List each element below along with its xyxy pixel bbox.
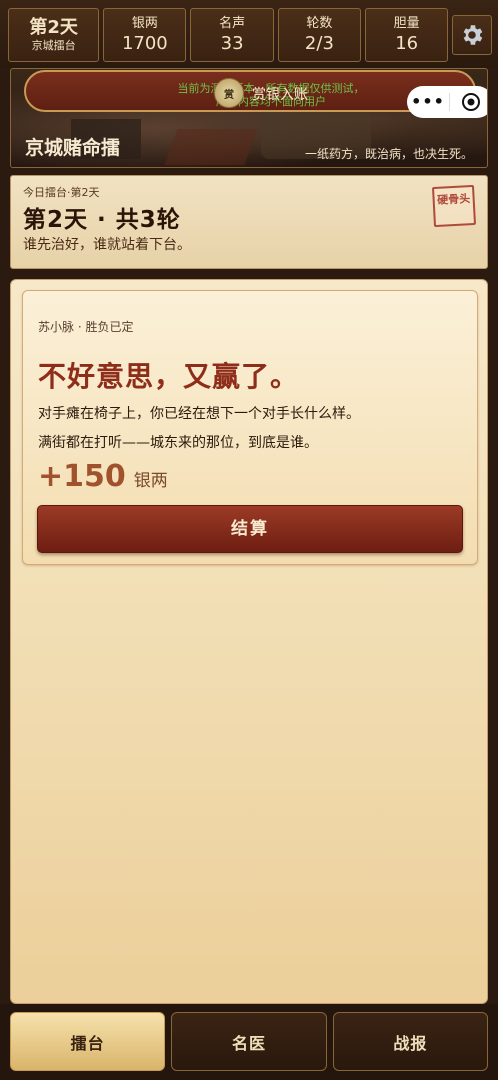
stat-rounds: 轮数 2/3 (277, 8, 362, 62)
settings-button[interactable] (452, 15, 492, 55)
today-title: 第2天 · 共3轮 (23, 207, 181, 233)
today-arena-card: 今日擂台·第2天 第2天 · 共3轮 谁先治好，谁就站着下台。 硬骨头 (10, 175, 488, 269)
stat-courage-label: 胆量 (393, 15, 420, 31)
settle-button[interactable]: 结算 (37, 505, 463, 553)
day-value: 第2天 (29, 17, 78, 38)
coin-icon: 赏 (214, 78, 244, 108)
banner-scene-cloth (164, 129, 258, 165)
today-description: 谁先治好，谁就站着下台。 (23, 237, 191, 253)
tab-arena[interactable]: 擂台 (10, 1012, 166, 1071)
result-speaker: 苏小脉 · 胜负已定 (38, 320, 134, 334)
reward-toast[interactable]: 当前为测试版本，所有数据仅供测试， 所有内容均不面向用户 赏 赏银入账 ••• (24, 70, 487, 118)
stat-rounds-label: 轮数 (306, 15, 333, 31)
stat-silver-value: 1700 (121, 32, 168, 54)
main-panel: 苏小脉 · 胜负已定 不好意思，又赢了。 对手瘫在椅子上，你已经在想下一个对手长… (10, 279, 488, 1004)
tab-doctors[interactable]: 名医 (171, 1012, 327, 1071)
result-line-1: 对手瘫在椅子上，你已经在想下一个对手长什么样。 (38, 406, 360, 422)
stat-fame-label: 名声 (219, 15, 246, 31)
arena-banner: 当前为测试版本，所有数据仅供测试， 所有内容均不面向用户 赏 赏银入账 ••• … (10, 68, 488, 168)
today-label: 今日擂台·第2天 (23, 186, 100, 199)
result-line-2: 满街都在打听——城东来的那位，到底是谁。 (38, 435, 318, 451)
stat-rounds-value: 2/3 (304, 32, 334, 54)
day-location: 京城擂台 (31, 39, 76, 52)
result-card: 苏小脉 · 胜负已定 不好意思，又赢了。 对手瘫在椅子上，你已经在想下一个对手长… (22, 290, 478, 565)
more-dots-icon[interactable]: ••• (407, 86, 449, 118)
stat-fame: 名声 33 (190, 8, 274, 62)
close-miniprogram-button[interactable] (450, 92, 487, 112)
tab-battle-report[interactable]: 战报 (332, 1012, 488, 1071)
day-indicator: 第2天 京城擂台 (8, 8, 100, 62)
reward-amount: +150 银两 (38, 459, 168, 494)
miniprogram-capsule: ••• (407, 86, 487, 118)
gear-icon (463, 25, 483, 45)
stat-courage-value: 16 (395, 32, 419, 54)
stat-silver: 银两 1700 (103, 8, 187, 62)
bottom-nav: 擂台 名医 战报 (0, 1004, 498, 1080)
hard-bone-stamp: 硬骨头 (431, 184, 477, 228)
status-bar: 第2天 京城擂台 银两 1700 名声 33 轮数 2/3 胆量 16 (0, 0, 498, 68)
reward-value: +150 (38, 459, 126, 494)
coin-label: 赏 (224, 89, 234, 101)
reward-unit: 银两 (133, 471, 168, 491)
stat-courage: 胆量 16 (365, 8, 449, 62)
stat-fame-value: 33 (220, 32, 244, 54)
banner-subtitle: 一纸药方，既治病，也决生死。 (304, 147, 473, 161)
banner-title: 京城赌命擂 (25, 137, 121, 159)
result-headline: 不好意思，又赢了。 (38, 360, 300, 393)
target-icon (462, 93, 480, 111)
stat-silver-label: 银两 (131, 15, 158, 31)
toast-title: 赏银入账 (252, 87, 308, 103)
